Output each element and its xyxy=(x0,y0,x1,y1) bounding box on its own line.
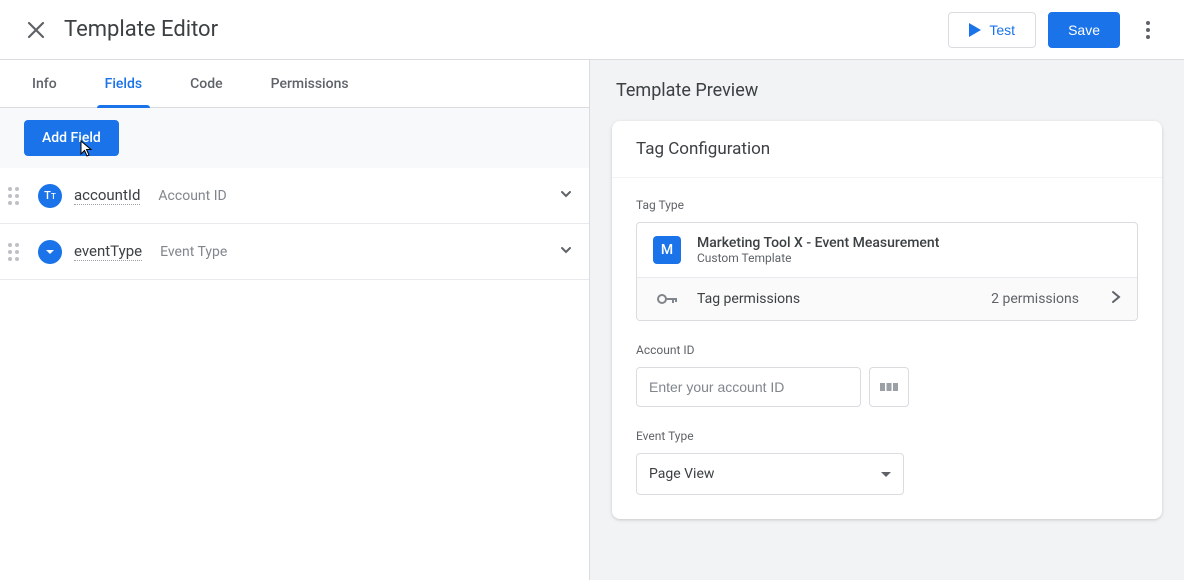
page-title: Template Editor xyxy=(64,17,218,42)
tab-info[interactable]: Info xyxy=(8,60,81,107)
tag-type-label: Tag Type xyxy=(636,198,1138,212)
tag-type-row[interactable]: M Marketing Tool X - Event Measurement C… xyxy=(637,223,1137,277)
event-type-value: Page View xyxy=(649,466,714,482)
more-vert-icon xyxy=(1146,21,1150,39)
preview-title: Template Preview xyxy=(590,60,1184,121)
account-id-label: Account ID xyxy=(636,343,1138,357)
save-button[interactable]: Save xyxy=(1048,12,1120,48)
field-name: eventType xyxy=(74,242,142,261)
variable-picker-button[interactable] xyxy=(869,367,909,407)
permissions-count: 2 permissions xyxy=(991,291,1079,307)
field-name: accountId xyxy=(74,186,140,205)
tag-type-box: M Marketing Tool X - Event Measurement C… xyxy=(636,222,1138,321)
editor-tabs: Info Fields Code Permissions xyxy=(0,60,589,108)
event-type-label: Event Type xyxy=(636,429,1138,443)
add-field-button[interactable]: Add Field xyxy=(24,120,119,156)
dropdown-arrow-icon xyxy=(881,472,891,477)
tab-code[interactable]: Code xyxy=(166,60,246,107)
template-name: Marketing Tool X - Event Measurement xyxy=(697,235,939,251)
text-type-icon: Tᴛ xyxy=(38,184,62,208)
permissions-label: Tag permissions xyxy=(697,291,800,307)
key-icon xyxy=(653,293,681,305)
chevron-down-icon[interactable] xyxy=(559,243,573,261)
tag-config-card: Tag Configuration Tag Type M Marketing T… xyxy=(612,121,1162,519)
save-button-label: Save xyxy=(1068,22,1100,38)
close-icon[interactable] xyxy=(16,10,56,50)
play-icon xyxy=(969,23,981,37)
drag-handle-icon[interactable] xyxy=(8,243,26,261)
field-display-label: Event Type xyxy=(160,244,227,260)
test-button-label: Test xyxy=(989,22,1015,38)
template-subtitle: Custom Template xyxy=(697,251,939,265)
template-logo-icon: M xyxy=(653,236,681,264)
tab-permissions[interactable]: Permissions xyxy=(247,60,373,107)
add-field-label: Add Field xyxy=(42,130,101,146)
chevron-down-icon[interactable] xyxy=(559,187,573,205)
tag-permissions-row[interactable]: Tag permissions 2 permissions xyxy=(637,277,1137,320)
tab-fields[interactable]: Fields xyxy=(81,60,166,107)
field-row-eventtype[interactable]: eventType Event Type xyxy=(0,224,589,280)
field-row-accountid[interactable]: Tᴛ accountId Account ID xyxy=(0,168,589,224)
card-title: Tag Configuration xyxy=(612,121,1162,178)
field-display-label: Account ID xyxy=(158,188,226,204)
test-button[interactable]: Test xyxy=(948,12,1036,48)
chevron-right-icon xyxy=(1111,290,1121,308)
event-type-select[interactable]: Page View xyxy=(636,453,904,495)
drag-handle-icon[interactable] xyxy=(8,187,26,205)
account-id-input[interactable] xyxy=(636,367,861,407)
more-menu-button[interactable] xyxy=(1128,10,1168,50)
variable-icon xyxy=(880,380,898,394)
dropdown-type-icon xyxy=(38,240,62,264)
